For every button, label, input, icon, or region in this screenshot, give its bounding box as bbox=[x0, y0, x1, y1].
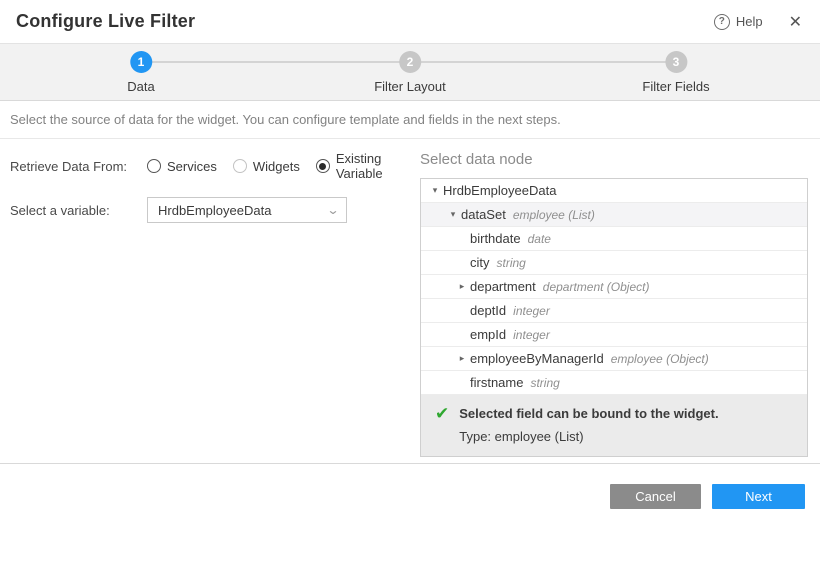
step-data[interactable]: 1 Data bbox=[127, 51, 154, 94]
step-label: Data bbox=[127, 79, 154, 94]
binding-message-line2: Type: employee (List) bbox=[459, 429, 718, 444]
dialog-header: Configure Live Filter ? Help ✕ bbox=[0, 0, 820, 44]
radio-services[interactable]: Services bbox=[147, 159, 217, 174]
node-type: employee (List) bbox=[513, 208, 595, 222]
tree-node-firstname[interactable]: firstname string bbox=[421, 371, 807, 395]
node-name: birthdate bbox=[470, 231, 521, 246]
next-button[interactable]: Next bbox=[712, 484, 805, 509]
select-data-node-title: Select data node bbox=[420, 151, 810, 168]
check-icon: ✔ bbox=[435, 405, 449, 444]
data-node-tree: ▾HrdbEmployeeData▾dataSetemployee (List)… bbox=[420, 178, 808, 457]
node-name: deptId bbox=[470, 303, 506, 318]
node-type: date bbox=[528, 232, 551, 246]
step-label: Filter Fields bbox=[642, 79, 709, 94]
chevron-down-icon: ⌄ bbox=[326, 203, 339, 217]
help-label: Help bbox=[736, 14, 763, 29]
variable-select[interactable]: HrdbEmployeeData ⌄ bbox=[147, 197, 347, 223]
tree-node-birthdate[interactable]: birthdate date bbox=[421, 227, 807, 251]
tree-node-city[interactable]: city string bbox=[421, 251, 807, 275]
dialog-footer: Cancel Next bbox=[0, 463, 820, 509]
step-filter-fields[interactable]: 3 Filter Fields bbox=[642, 51, 709, 94]
node-type: employee (Object) bbox=[611, 352, 709, 366]
radio-existing-variable[interactable]: Existing Variable bbox=[316, 151, 420, 181]
binding-message: ✔ Selected field can be bound to the wid… bbox=[421, 395, 807, 456]
tree-node-dataSet[interactable]: ▾dataSet employee (List) bbox=[421, 203, 807, 227]
wizard-stepper: 1 Data 2 Filter Layout 3 Filter Fields bbox=[0, 44, 820, 101]
node-name: firstname bbox=[470, 375, 523, 390]
cancel-button[interactable]: Cancel bbox=[610, 484, 701, 509]
expander-down-icon[interactable]: ▾ bbox=[445, 209, 461, 220]
radio-label: Widgets bbox=[253, 159, 300, 174]
node-name: empId bbox=[470, 327, 506, 342]
step-number-badge: 2 bbox=[399, 51, 421, 73]
radio-circle-icon bbox=[316, 159, 330, 173]
node-name: dataSet bbox=[461, 207, 506, 222]
tree-node-deptId[interactable]: deptId integer bbox=[421, 299, 807, 323]
node-type: string bbox=[530, 376, 559, 390]
radio-circle-icon bbox=[147, 159, 161, 173]
data-node-panel: Select data node ▾HrdbEmployeeData▾dataS… bbox=[420, 151, 810, 463]
node-type: string bbox=[497, 256, 526, 270]
help-question-icon: ? bbox=[714, 14, 730, 30]
variable-select-value: HrdbEmployeeData bbox=[158, 203, 271, 218]
node-name: employeeByManagerId bbox=[470, 351, 604, 366]
step-number-badge: 3 bbox=[665, 51, 687, 73]
retrieve-data-from-label: Retrieve Data From: bbox=[10, 159, 147, 174]
step-label: Filter Layout bbox=[374, 79, 446, 94]
expander-right-icon[interactable]: ▸ bbox=[454, 353, 470, 364]
configure-live-filter-dialog: Configure Live Filter ? Help ✕ 1 Data 2 Fil… bbox=[0, 0, 820, 572]
binding-message-line1: Selected field can be bound to the widge… bbox=[459, 405, 718, 423]
node-name: HrdbEmployeeData bbox=[443, 183, 556, 198]
tree-node-employeeByManagerId[interactable]: ▸employeeByManagerId employee (Object) bbox=[421, 347, 807, 371]
step-filter-layout[interactable]: 2 Filter Layout bbox=[374, 51, 446, 94]
instruction-text: Select the source of data for the widget… bbox=[0, 101, 820, 139]
node-type: department (Object) bbox=[543, 280, 650, 294]
expander-down-icon[interactable]: ▾ bbox=[427, 185, 443, 196]
radio-circle-icon bbox=[233, 159, 247, 173]
select-variable-label: Select a variable: bbox=[10, 203, 147, 218]
radio-label: Services bbox=[167, 159, 217, 174]
tree-node-empId[interactable]: empId integer bbox=[421, 323, 807, 347]
radio-widgets[interactable]: Widgets bbox=[233, 159, 300, 174]
tree-node-HrdbEmployeeData[interactable]: ▾HrdbEmployeeData bbox=[421, 179, 807, 203]
close-icon[interactable]: ✕ bbox=[787, 12, 804, 32]
expander-right-icon[interactable]: ▸ bbox=[454, 281, 470, 292]
step-number-badge: 1 bbox=[130, 51, 152, 73]
data-source-form: Retrieve Data From: Services Widgets Exist… bbox=[10, 151, 420, 463]
dialog-title: Configure Live Filter bbox=[16, 11, 195, 32]
node-type: integer bbox=[513, 328, 550, 342]
data-source-radio-group: Services Widgets Existing Variable bbox=[147, 153, 420, 179]
radio-label: Existing Variable bbox=[336, 151, 420, 181]
node-name: department bbox=[470, 279, 536, 294]
tree-node-department[interactable]: ▸department department (Object) bbox=[421, 275, 807, 299]
node-type: integer bbox=[513, 304, 550, 318]
help-button[interactable]: ? Help bbox=[714, 14, 763, 30]
node-name: city bbox=[470, 255, 490, 270]
